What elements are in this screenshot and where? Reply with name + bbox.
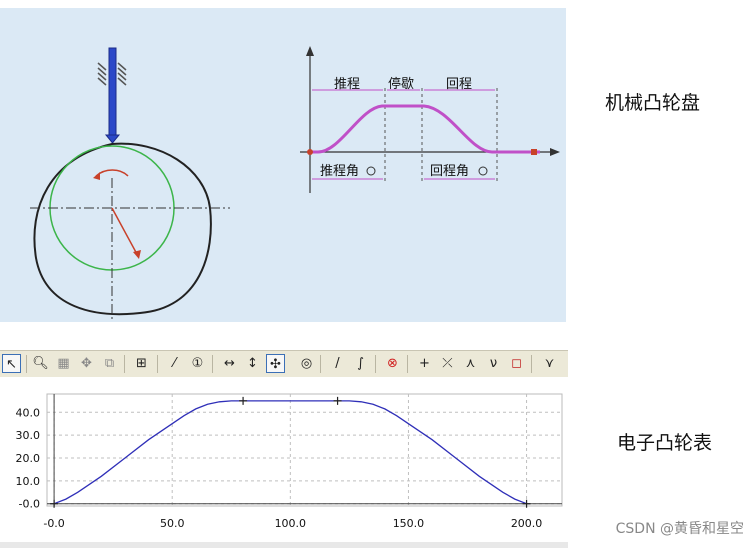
merge-icon[interactable]: ⋏ xyxy=(461,354,480,373)
move-icon[interactable]: ✣ xyxy=(266,354,285,373)
mechanical-cam-title: 机械凸轮盘 xyxy=(605,92,701,114)
horizontal-move-icon[interactable]: ↔ xyxy=(220,354,239,373)
electronic-cam-title: 电子凸轮表 xyxy=(617,432,713,454)
x-tick-label: -0.0 xyxy=(43,517,64,530)
square-icon[interactable]: ◻ xyxy=(507,354,526,373)
rise-label: 推程 xyxy=(334,77,360,92)
x-tick-label: 100.0 xyxy=(275,517,307,530)
mechanical-cam-panel: 推程 停歇 回程 推程角 回程角 xyxy=(0,8,566,322)
return-angle-label: 回程角 xyxy=(430,164,469,179)
x-tick-label: 200.0 xyxy=(511,517,543,530)
valley-icon[interactable]: ν xyxy=(484,354,503,373)
grid-icon[interactable]: ⊞ xyxy=(132,354,151,373)
split-icon[interactable]: ⤫ xyxy=(438,354,457,373)
dwell-label: 停歇 xyxy=(388,76,414,92)
fit-icon[interactable]: ⧉ xyxy=(100,354,119,373)
x-tick-label: 150.0 xyxy=(393,517,425,530)
rise-angle-label: 推程角 xyxy=(320,164,359,179)
watermark: CSDN @黄昏和星空 xyxy=(615,521,744,537)
number-icon[interactable]: ① xyxy=(188,354,207,373)
curve-icon[interactable]: ∫ xyxy=(351,354,370,373)
y-tick-label: 20.0 xyxy=(16,452,41,465)
zoom-icon[interactable]: 🔍︎ xyxy=(31,354,50,373)
zoom-area-icon[interactable]: ▦ xyxy=(54,354,73,373)
cam-table-chart[interactable]: -0.0 50.0 100.0 150.0 200.0 -0.0 10.0 20.0 30.0 4… xyxy=(0,377,568,542)
mirror-icon[interactable]: ⋎ xyxy=(540,354,559,373)
pan-icon[interactable]: ✥ xyxy=(77,354,96,373)
return-label: 回程 xyxy=(446,77,472,92)
cam-table-toolbar: ↖ 🔍︎ ▦ ✥ ⧉ ⊞ ⁄ ① ↔ ↕ ✣ ◎ / ∫ ⊗ + ⤫ ⋏ ν ◻… xyxy=(0,350,568,378)
displacement-curve xyxy=(310,104,540,154)
y-tick-label: 30.0 xyxy=(16,429,41,442)
y-tick-label: 40.0 xyxy=(16,406,41,419)
slope-icon[interactable]: ⁄ xyxy=(165,354,184,373)
add-point-icon[interactable]: + xyxy=(415,354,434,373)
select-arrow-icon[interactable]: ↖ xyxy=(2,354,21,373)
y-tick-label: 10.0 xyxy=(16,475,41,488)
plot-frame xyxy=(46,393,563,507)
mechanical-cam-illustration: 推程 停歇 回程 推程角 回程角 xyxy=(30,46,560,322)
y-tick-label: -0.0 xyxy=(19,498,40,511)
angle-radius-arrow xyxy=(111,207,139,257)
line-icon[interactable]: / xyxy=(328,354,347,373)
follower-rod xyxy=(104,47,121,144)
x-tick-label: 50.0 xyxy=(160,517,185,530)
rotation-arrow xyxy=(95,169,129,177)
displacement-diagram: 推程 停歇 回程 推程角 回程角 xyxy=(300,46,560,193)
cam-table-plot[interactable]: -0.0 50.0 100.0 150.0 200.0 -0.0 10.0 20.0 30.0 4… xyxy=(0,377,568,542)
delete-icon[interactable]: ⊗ xyxy=(383,354,402,373)
snap-icon[interactable]: ◎ xyxy=(297,354,316,373)
vertical-move-icon[interactable]: ↕ xyxy=(243,354,262,373)
status-strip xyxy=(0,542,568,548)
